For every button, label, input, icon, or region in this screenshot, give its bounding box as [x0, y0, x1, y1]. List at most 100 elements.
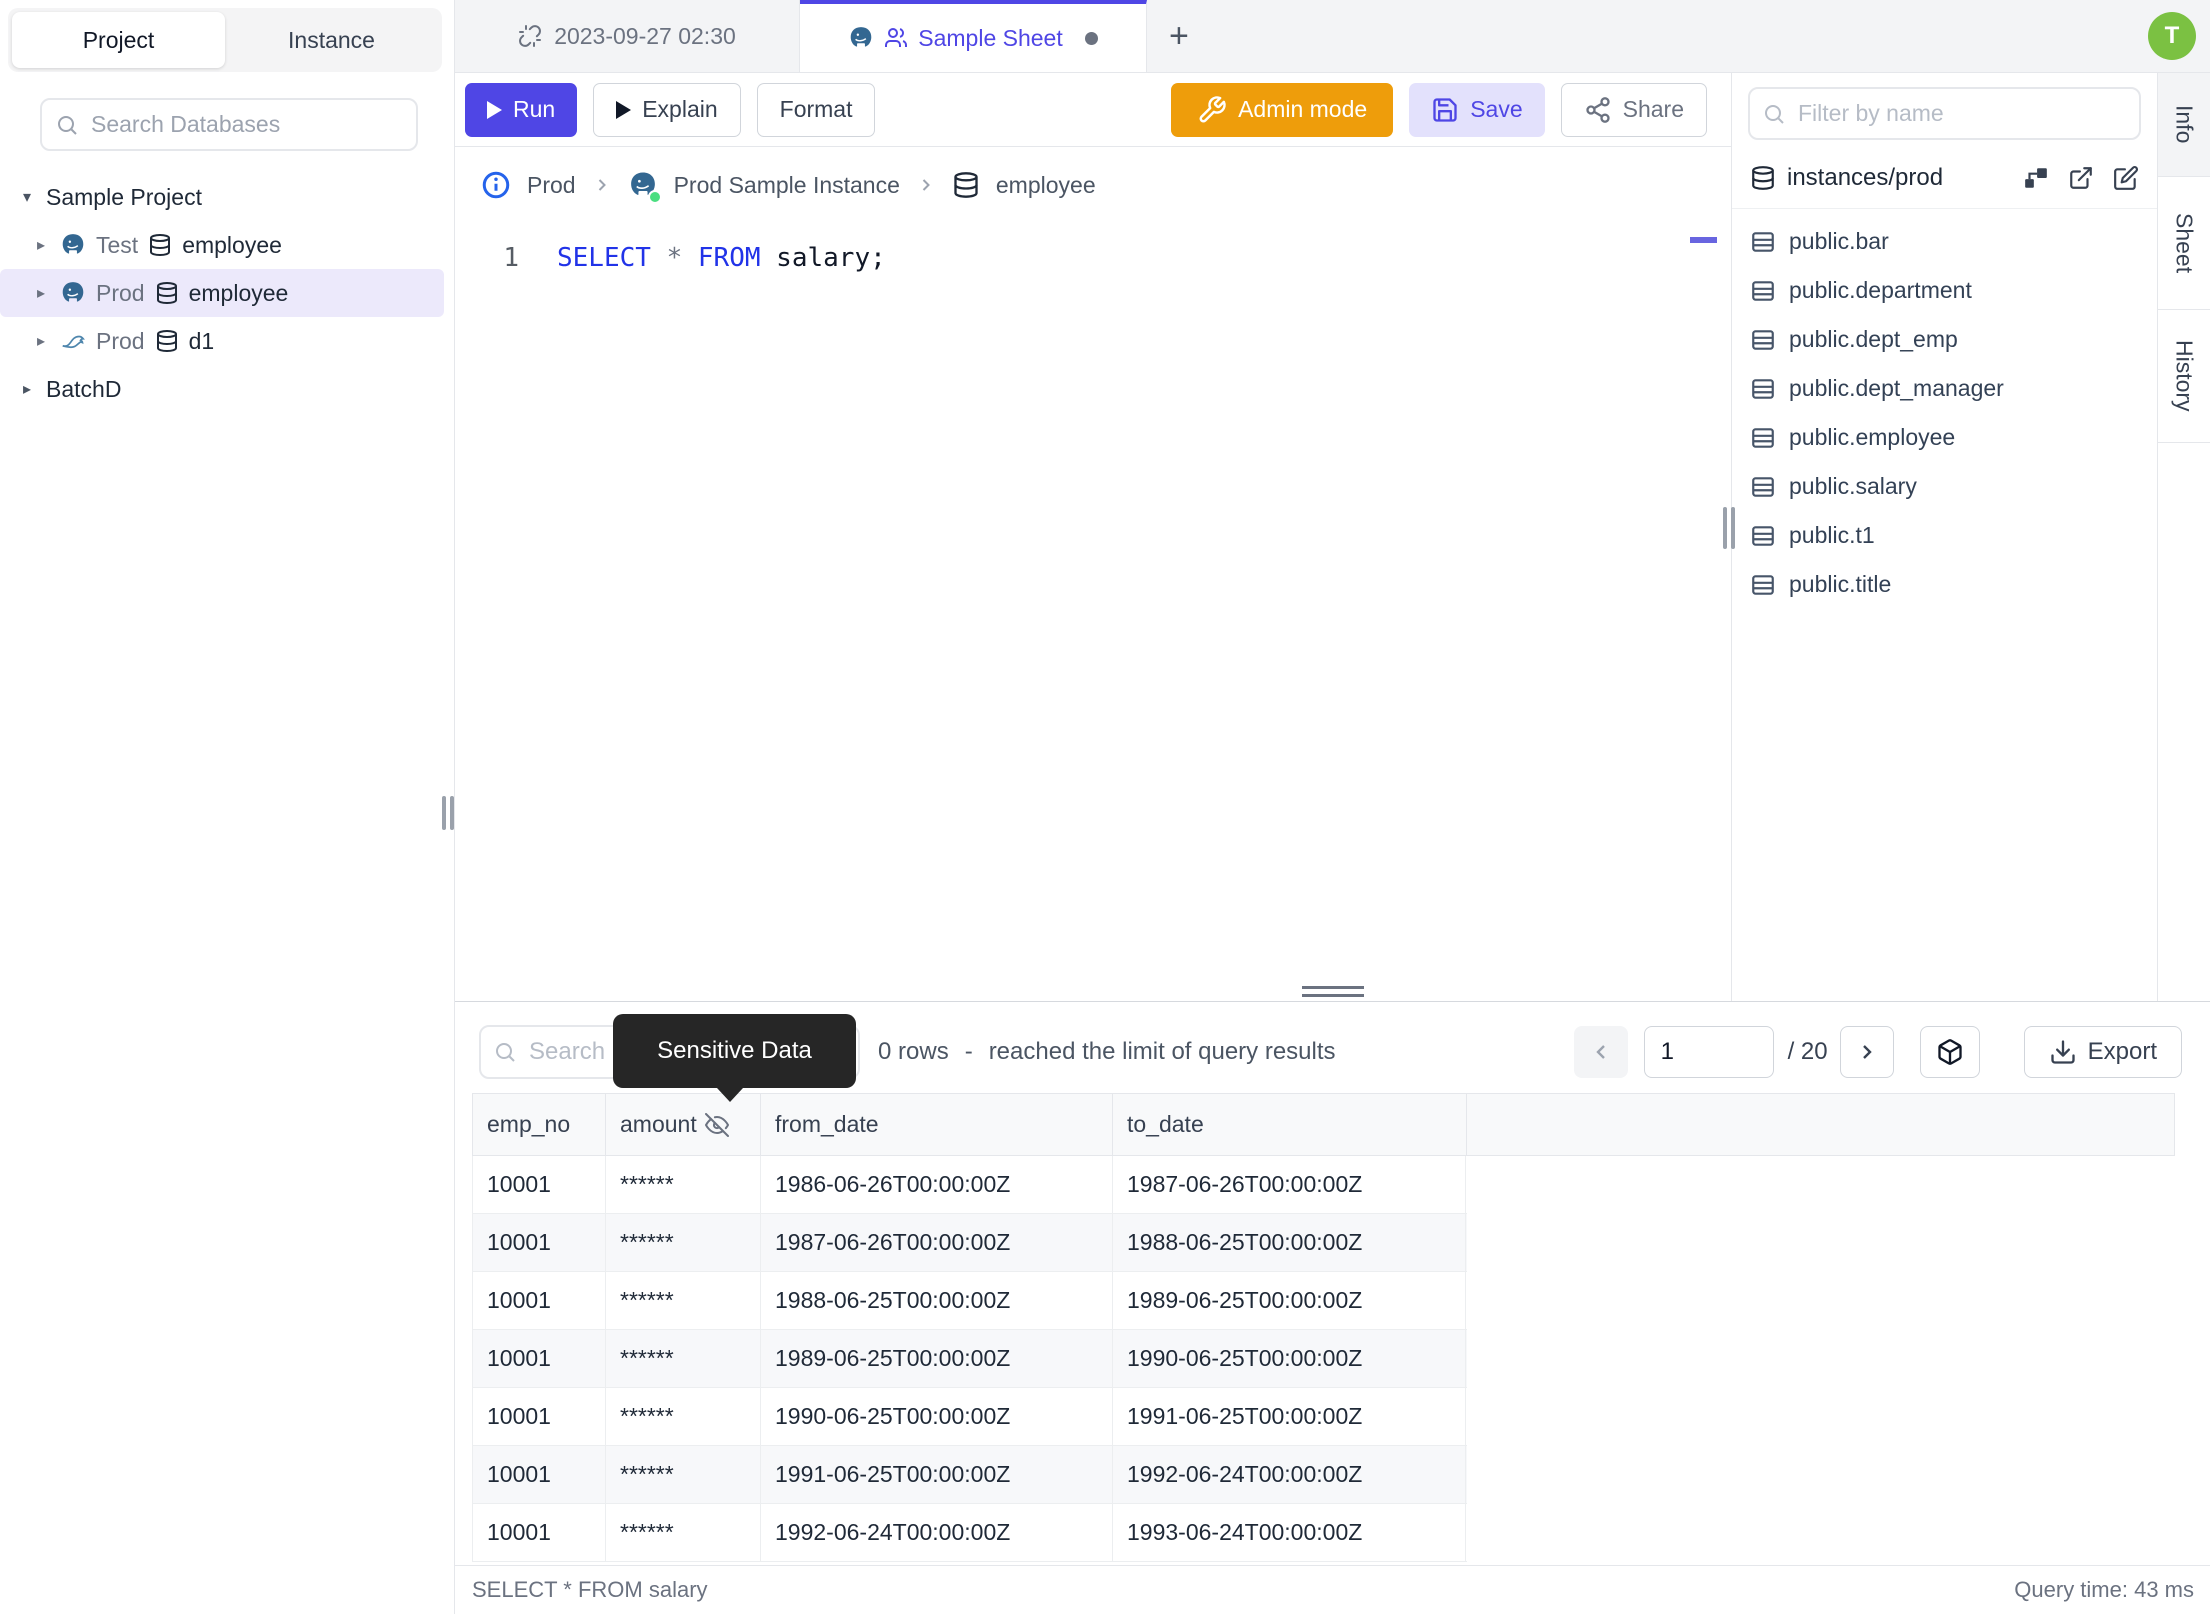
results-search-placeholder: Search	[529, 1037, 606, 1065]
info-icon[interactable]	[481, 170, 511, 200]
schema-diagram-icon[interactable]	[2023, 165, 2049, 191]
connection-label: instances/prod	[1787, 164, 1944, 191]
sql-editor[interactable]: 1 SELECT * FROM salary;	[455, 223, 1731, 1001]
table-list-item[interactable]: public.dept_manager	[1732, 364, 2157, 413]
chevron-right-icon	[916, 175, 936, 195]
filter-input[interactable]: Filter by name	[1748, 87, 2141, 140]
postgresql-icon	[848, 25, 874, 51]
results-table: emp_no amount from_date to_date 10001 ***…	[472, 1093, 2210, 1562]
admin-mode-button[interactable]: Admin mode	[1171, 82, 1394, 137]
table-icon	[1750, 523, 1776, 549]
table-list-item[interactable]: public.t1	[1732, 511, 2157, 560]
table-row: 10001 ****** 1987-06-26T00:00:00Z 1988-06-2…	[472, 1214, 1467, 1272]
table-row: 10001 ****** 1988-06-25T00:00:00Z 1989-06-2…	[472, 1272, 1467, 1330]
side-tab-strip: Info Sheet History	[2157, 73, 2210, 1001]
sheet-tab-sample-sheet[interactable]: Sample Sheet	[800, 0, 1147, 72]
table-list-item[interactable]: public.dept_emp	[1732, 315, 2157, 364]
tree-item-prod-d1[interactable]: ▸ Prod d1	[0, 317, 454, 365]
table-list-item[interactable]: public.bar	[1732, 217, 2157, 266]
left-sidebar: Project Instance Search Databases ▾ Samp…	[0, 0, 455, 1614]
chevron-left-icon	[1589, 1040, 1613, 1064]
table-list-item[interactable]: public.employee	[1732, 413, 2157, 462]
result-view-mode-button[interactable]	[1919, 1025, 1980, 1078]
tab-project[interactable]: Project	[12, 12, 225, 68]
export-button[interactable]: Export	[2023, 1025, 2182, 1078]
page-number-input[interactable]: 1	[1643, 1025, 1774, 1078]
chevron-right-icon	[1855, 1040, 1879, 1064]
column-header-amount: amount	[605, 1094, 760, 1155]
panel-resize-handle[interactable]	[1723, 507, 1735, 549]
caret-right-icon: ▸	[22, 381, 32, 398]
sidebar-mode-switch: Project Instance	[8, 8, 442, 72]
table-icon	[1750, 278, 1776, 304]
breadcrumb-instance[interactable]: Prod Sample Instance	[674, 172, 900, 199]
edit-icon[interactable]	[2113, 165, 2139, 191]
search-icon	[493, 1040, 517, 1064]
limit-message: reached the limit of query results	[988, 1037, 1336, 1065]
sheet-tab-unsaved[interactable]: 2023-09-27 02:30	[455, 0, 800, 72]
caret-down-icon: ▾	[22, 189, 32, 206]
tree-item-batchd[interactable]: ▸ BatchD	[0, 365, 454, 413]
results-table-header: emp_no amount from_date to_date	[472, 1093, 2175, 1156]
avatar[interactable]: T	[2148, 12, 2196, 60]
results-resize-handle[interactable]	[1301, 986, 1364, 997]
box-icon	[1936, 1038, 1964, 1066]
table-row: 10001 ****** 1991-06-25T00:00:00Z 1992-06-2…	[472, 1446, 1467, 1504]
next-page-button[interactable]	[1839, 1025, 1894, 1078]
postgresql-icon	[628, 170, 662, 204]
eye-off-icon[interactable]	[704, 1112, 729, 1137]
search-icon	[55, 113, 79, 137]
table-list-item[interactable]: public.department	[1732, 266, 2157, 315]
sensitive-data-tooltip: Sensitive Data	[613, 1014, 856, 1102]
run-button[interactable]: Run	[465, 82, 578, 137]
caret-right-icon: ▸	[36, 237, 46, 254]
table-list-item[interactable]: public.salary	[1732, 462, 2157, 511]
sql-statement: SELECT * FROM salary;	[557, 243, 886, 273]
status-bar: SELECT * FROM salary Query time: 43 ms	[455, 1565, 2210, 1614]
overview-ruler-mark	[1690, 237, 1717, 243]
results-toolbar: Search Sensitive Data 0 rows - reached t…	[455, 1002, 2210, 1102]
side-tab-history[interactable]: History	[2158, 310, 2210, 443]
tree-item-sample-project[interactable]: ▾ Sample Project	[0, 173, 454, 221]
table-icon	[1750, 474, 1776, 500]
database-icon	[1750, 165, 1776, 191]
format-button[interactable]: Format	[756, 82, 876, 137]
breadcrumb-environment[interactable]: Prod	[527, 172, 576, 199]
tree-item-test-employee[interactable]: ▸ Test employee	[0, 221, 454, 269]
sidebar-resize-handle[interactable]	[442, 796, 454, 830]
sheet-tab-bar: 2023-09-27 02:30 Sample Sheet + T	[455, 0, 2210, 73]
chevron-right-icon	[592, 175, 612, 195]
explain-button[interactable]: Explain	[593, 82, 741, 137]
summary-separator: -	[964, 1037, 973, 1065]
tree-item-prod-employee[interactable]: ▸ Prod employee	[0, 269, 444, 317]
tab-instance[interactable]: Instance	[225, 12, 438, 68]
mysql-icon	[60, 328, 86, 354]
share-button[interactable]: Share	[1560, 82, 1707, 137]
external-link-icon[interactable]	[2068, 165, 2094, 191]
table-list-item[interactable]: public.title	[1732, 560, 2157, 609]
database-icon	[155, 329, 179, 353]
column-header-to-date: to_date	[1112, 1094, 1466, 1155]
breadcrumb: Prod Prod Sample Instance employee	[455, 147, 1731, 223]
breadcrumb-database[interactable]: employee	[996, 172, 1096, 199]
users-icon	[884, 26, 908, 50]
table-icon	[1750, 425, 1776, 451]
database-search-input[interactable]: Search Databases	[40, 98, 418, 151]
line-number: 1	[503, 243, 519, 273]
table-row: 10001 ****** 1989-06-25T00:00:00Z 1990-06-2…	[472, 1330, 1467, 1388]
save-button[interactable]: Save	[1409, 82, 1545, 137]
table-icon	[1750, 376, 1776, 402]
new-tab-button[interactable]: +	[1169, 19, 1189, 53]
caret-right-icon: ▸	[36, 333, 46, 350]
results-summary: 0 rows - reached the limit of query resu…	[878, 1038, 1336, 1066]
download-icon	[2049, 1038, 2077, 1066]
table-row: 10001 ****** 1990-06-25T00:00:00Z 1991-06-2…	[472, 1388, 1467, 1446]
side-tab-sheet[interactable]: Sheet	[2158, 177, 2210, 310]
results-panel: Search Sensitive Data 0 rows - reached t…	[455, 986, 2210, 1565]
unsaved-indicator-dot	[1084, 31, 1098, 45]
editor-toolbar: Run Explain Format Admin mode Save Share	[455, 73, 1731, 147]
side-tab-info[interactable]: Info	[2158, 73, 2210, 177]
save-icon	[1431, 96, 1459, 124]
database-search-placeholder: Search Databases	[91, 111, 281, 137]
previous-page-button[interactable]	[1573, 1025, 1628, 1078]
